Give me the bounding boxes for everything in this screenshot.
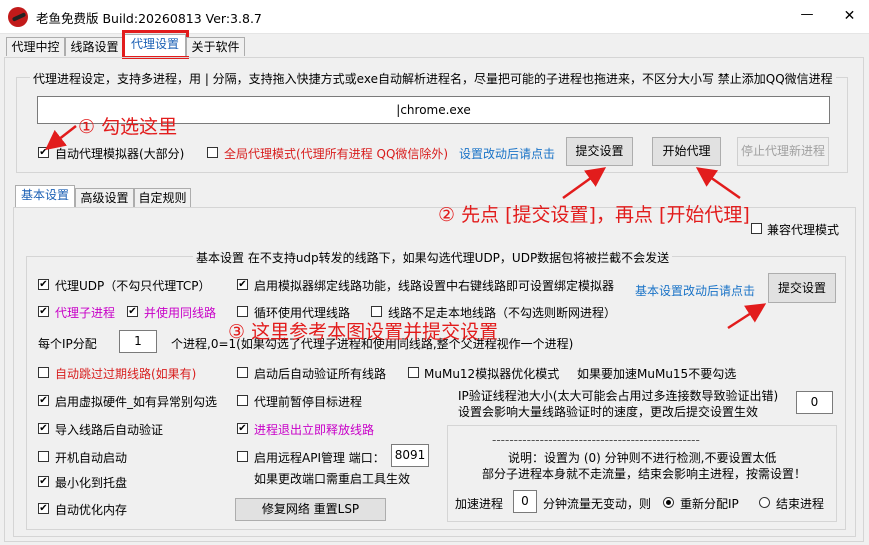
annotation-arrows [45, 125, 767, 330]
arrow-to-start [695, 167, 741, 200]
arrow-to-submit [562, 167, 607, 200]
arrow-to-basic-submit [727, 303, 767, 330]
arrow-to-checkbox [45, 125, 77, 151]
